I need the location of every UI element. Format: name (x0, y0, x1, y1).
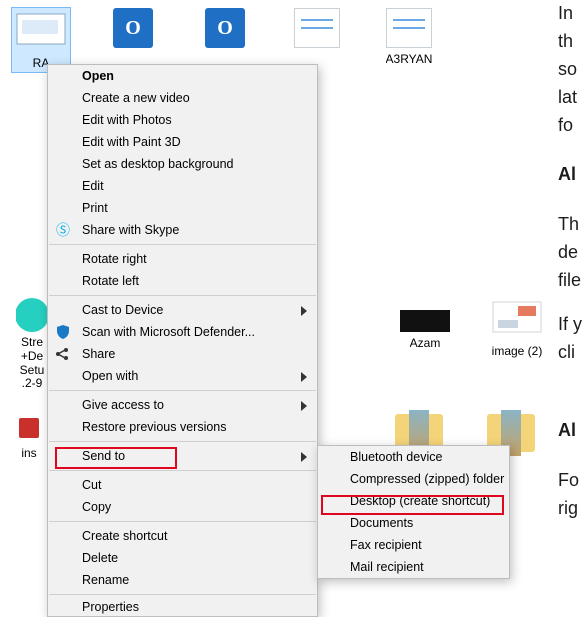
menu-rotate-right[interactable]: Rotate right (48, 248, 317, 270)
menu-separator (49, 594, 316, 595)
menu-scan-defender[interactable]: Scan with Microsoft Defender... (48, 321, 317, 343)
menu-open[interactable]: Open (48, 65, 317, 87)
image-thumb (492, 298, 542, 340)
file-item-setup[interactable]: Stre +De Setu .2-9 (16, 298, 48, 391)
dark-thumb (400, 310, 450, 332)
file-item-a3ryan[interactable]: A3RYAN (380, 8, 438, 72)
context-menu: Open Create a new video Edit with Photos… (47, 64, 318, 617)
skype-icon: Ⓢ (55, 222, 71, 238)
menu-edit[interactable]: Edit (48, 175, 317, 197)
submenu-compressed[interactable]: Compressed (zipped) folder (318, 468, 509, 490)
menu-separator (49, 441, 316, 442)
share-icon (55, 346, 71, 362)
menu-create-shortcut[interactable]: Create shortcut (48, 525, 317, 547)
defender-icon (55, 324, 71, 340)
menu-edit-paint3d[interactable]: Edit with Paint 3D (48, 131, 317, 153)
menu-create-video[interactable]: Create a new video (48, 87, 317, 109)
menu-delete[interactable]: Delete (48, 547, 317, 569)
send-to-submenu: Bluetooth device Compressed (zipped) fol… (317, 445, 510, 579)
menu-send-to[interactable]: Send to (48, 445, 317, 467)
menu-properties[interactable]: Properties (48, 598, 317, 616)
text-thumb (294, 8, 340, 48)
text-thumb (386, 8, 432, 48)
menu-separator (49, 521, 316, 522)
menu-share-skype[interactable]: Ⓢ Share with Skype (48, 219, 317, 241)
menu-separator (49, 244, 316, 245)
menu-copy[interactable]: Copy (48, 496, 317, 518)
file-item-text-1[interactable] (288, 8, 346, 72)
file-item-azam[interactable]: Azam (396, 298, 454, 391)
installer-thumb (19, 418, 39, 438)
file-item-outlook-2[interactable]: O (196, 8, 254, 72)
menu-cast-to-device[interactable]: Cast to Device (48, 299, 317, 321)
submenu-desktop-shortcut[interactable]: Desktop (create shortcut) (318, 490, 509, 512)
side-article-text: In th so lat fo Al Th de file If y cli A… (558, 0, 584, 522)
submenu-bluetooth[interactable]: Bluetooth device (318, 446, 509, 468)
menu-print[interactable]: Print (48, 197, 317, 219)
file-label: Stre +De Setu .2-9 (20, 336, 45, 391)
menu-separator (49, 390, 316, 391)
file-item-image2[interactable]: image (2) (488, 298, 546, 391)
menu-cut[interactable]: Cut (48, 474, 317, 496)
menu-separator (49, 295, 316, 296)
file-label: A3RYAN (386, 52, 433, 66)
outlook-icon: O (113, 8, 153, 48)
menu-edit-photos[interactable]: Edit with Photos (48, 109, 317, 131)
menu-open-with[interactable]: Open with (48, 365, 317, 387)
menu-rename[interactable]: Rename (48, 569, 317, 591)
image-thumb (16, 10, 66, 52)
file-label: ins (21, 446, 36, 460)
file-label: Azam (410, 336, 441, 350)
menu-separator (49, 470, 316, 471)
menu-set-background[interactable]: Set as desktop background (48, 153, 317, 175)
file-label: image (2) (492, 344, 543, 358)
menu-restore-previous[interactable]: Restore previous versions (48, 416, 317, 438)
menu-rotate-left[interactable]: Rotate left (48, 270, 317, 292)
file-item-outlook-1[interactable]: O (104, 8, 162, 72)
submenu-documents[interactable]: Documents (318, 512, 509, 534)
files-row-1: RA O O A3RYAN (12, 8, 438, 72)
app-thumb (16, 298, 48, 332)
outlook-icon: O (205, 8, 245, 48)
menu-share[interactable]: Share (48, 343, 317, 365)
file-item-installer[interactable]: ins (16, 414, 42, 460)
submenu-fax[interactable]: Fax recipient (318, 534, 509, 556)
submenu-mail[interactable]: Mail recipient (318, 556, 509, 578)
menu-give-access[interactable]: Give access to (48, 394, 317, 416)
file-item-selected[interactable]: RA (12, 8, 70, 72)
